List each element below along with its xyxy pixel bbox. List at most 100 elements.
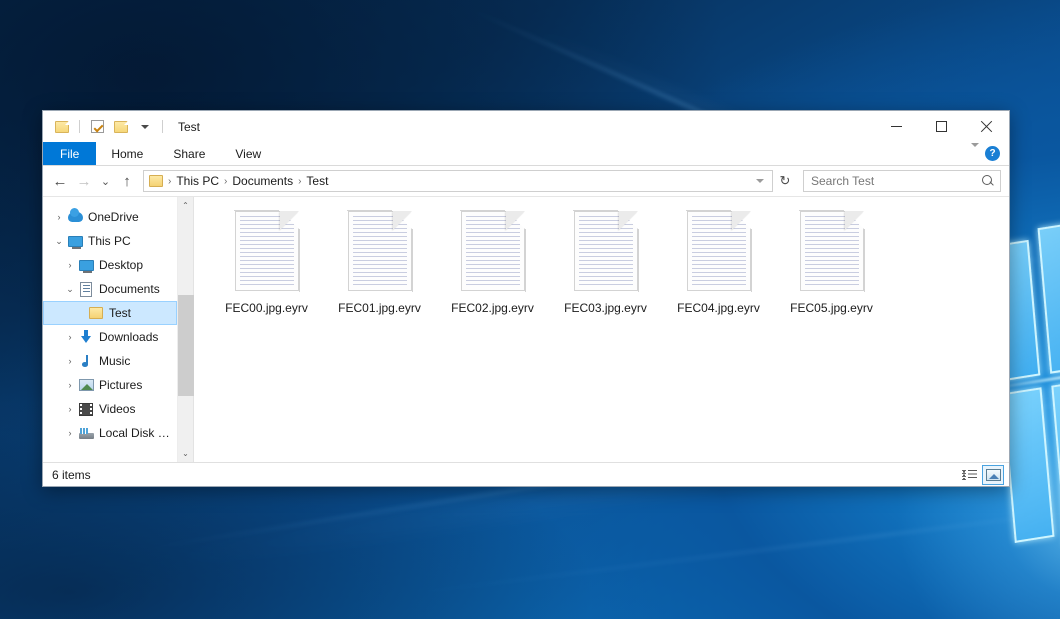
chevron-right-icon[interactable]: › [51, 212, 67, 222]
file-name-label: FEC05.jpg.eyrv [790, 301, 873, 315]
generic-document-icon [461, 211, 525, 291]
window-body: › OneDrive ⌄ This PC › Desktop [43, 197, 1009, 462]
scroll-down-button[interactable]: ⌄ [178, 445, 194, 462]
search-icon[interactable] [982, 175, 995, 188]
file-name-label: FEC00.jpg.eyrv [225, 301, 308, 315]
chevron-right-icon[interactable]: › [62, 404, 78, 414]
file-name-label: FEC04.jpg.eyrv [677, 301, 760, 315]
toolbar-divider [79, 120, 80, 133]
scroll-up-button[interactable]: ⌃ [178, 197, 194, 214]
file-name-label: FEC02.jpg.eyrv [451, 301, 534, 315]
details-view-icon [962, 469, 977, 481]
maximize-button[interactable] [919, 111, 964, 142]
breadcrumb[interactable]: › This PC › Documents › Test [143, 170, 773, 192]
monitor-icon [67, 233, 83, 249]
window-controls [874, 111, 1009, 142]
tab-home[interactable]: Home [96, 142, 158, 165]
quick-access-toolbar: Test [43, 111, 200, 142]
desktop-icon [78, 257, 94, 273]
sidebar-item-label: Pictures [99, 378, 142, 392]
tab-file[interactable]: File [43, 142, 96, 165]
chevron-down-icon[interactable] [971, 147, 979, 161]
generic-document-icon [574, 211, 638, 291]
file-item[interactable]: FEC05.jpg.eyrv [775, 209, 888, 315]
ribbon-right-controls: ? [971, 142, 1009, 165]
recent-locations-icon[interactable]: ⌄ [96, 169, 115, 193]
minimize-button[interactable] [874, 111, 919, 142]
item-count-label: 6 items [52, 468, 91, 482]
folder-icon[interactable] [52, 117, 72, 137]
music-icon [78, 353, 94, 369]
properties-icon[interactable] [87, 117, 107, 137]
file-item[interactable]: FEC01.jpg.eyrv [323, 209, 436, 315]
sidebar-item-label: OneDrive [88, 210, 139, 224]
file-name-label: FEC01.jpg.eyrv [338, 301, 421, 315]
sidebar-item-label: Desktop [99, 258, 143, 272]
generic-document-icon [235, 211, 299, 291]
new-folder-icon[interactable] [111, 117, 131, 137]
downloads-icon [78, 329, 94, 345]
file-item[interactable]: FEC02.jpg.eyrv [436, 209, 549, 315]
sidebar-item-this-pc[interactable]: ⌄ This PC [43, 229, 177, 253]
desktop: Test File Home Share View ? ← → ⌄ ↑ [0, 0, 1060, 619]
folder-icon [149, 175, 163, 187]
sidebar-item-label: Test [109, 306, 131, 320]
navigation-scrollbar[interactable]: ⌃ ⌄ [177, 197, 193, 462]
navigation-tree: › OneDrive ⌄ This PC › Desktop [43, 197, 177, 462]
sidebar-item-label: This PC [88, 234, 131, 248]
chevron-right-icon[interactable]: › [62, 332, 78, 342]
chevron-down-icon[interactable]: ⌄ [62, 284, 78, 295]
scrollbar-thumb[interactable] [178, 295, 194, 396]
sidebar-item-videos[interactable]: › Videos [43, 397, 177, 421]
search-box[interactable] [803, 170, 1001, 192]
breadcrumb-item-this-pc[interactable]: This PC [172, 173, 223, 189]
chevron-right-icon[interactable]: › [62, 380, 78, 390]
sidebar-item-onedrive[interactable]: › OneDrive [43, 205, 177, 229]
chevron-right-icon[interactable]: › [62, 356, 78, 366]
documents-icon [78, 281, 94, 297]
forward-button[interactable]: → [72, 169, 96, 193]
sidebar-item-label: Local Disk (C:) [99, 426, 173, 440]
file-list-view[interactable]: FEC00.jpg.eyrv FEC01.jpg.eyrv [194, 197, 1009, 462]
tab-share[interactable]: Share [158, 142, 220, 165]
chevron-down-icon[interactable]: ⌄ [51, 236, 67, 247]
tab-view[interactable]: View [220, 142, 276, 165]
close-button[interactable] [964, 111, 1009, 142]
back-button[interactable]: ← [48, 169, 72, 193]
breadcrumb-item-test[interactable]: Test [302, 173, 332, 189]
sidebar-item-label: Documents [99, 282, 160, 296]
navigation-pane: › OneDrive ⌄ This PC › Desktop [43, 197, 194, 462]
search-input[interactable] [811, 174, 982, 188]
large-icons-view-icon [986, 469, 1001, 481]
sidebar-item-music[interactable]: › Music [43, 349, 177, 373]
breadcrumb-item-documents[interactable]: Documents [228, 173, 297, 189]
sidebar-item-desktop[interactable]: › Desktop [43, 253, 177, 277]
details-view-button[interactable] [958, 465, 980, 485]
chevron-down-icon[interactable] [135, 117, 155, 137]
up-button[interactable]: ↑ [115, 169, 139, 193]
refresh-button[interactable]: ↻ [774, 170, 796, 192]
help-icon[interactable]: ? [985, 146, 1000, 161]
ribbon-tab-strip: File Home Share View ? [43, 142, 1009, 166]
generic-document-icon [687, 211, 751, 291]
file-item[interactable]: FEC00.jpg.eyrv [210, 209, 323, 315]
sidebar-item-downloads[interactable]: › Downloads [43, 325, 177, 349]
pictures-icon [78, 377, 94, 393]
chevron-down-icon[interactable] [751, 171, 768, 191]
generic-document-icon [348, 211, 412, 291]
scrollbar-track[interactable] [178, 214, 194, 445]
folder-icon [88, 305, 104, 321]
chevron-right-icon[interactable]: › [62, 428, 78, 438]
file-name-label: FEC03.jpg.eyrv [564, 301, 647, 315]
chevron-right-icon[interactable]: › [62, 260, 78, 270]
generic-document-icon [800, 211, 864, 291]
file-item[interactable]: FEC04.jpg.eyrv [662, 209, 775, 315]
sidebar-item-test[interactable]: Test [43, 301, 177, 325]
address-bar: ← → ⌄ ↑ › This PC › Documents › Test ↻ [43, 166, 1009, 197]
sidebar-item-documents[interactable]: ⌄ Documents [43, 277, 177, 301]
large-icons-view-button[interactable] [982, 465, 1004, 485]
file-item[interactable]: FEC03.jpg.eyrv [549, 209, 662, 315]
view-mode-buttons [958, 465, 1004, 485]
sidebar-item-pictures[interactable]: › Pictures [43, 373, 177, 397]
sidebar-item-local-disk[interactable]: › Local Disk (C:) [43, 421, 177, 445]
